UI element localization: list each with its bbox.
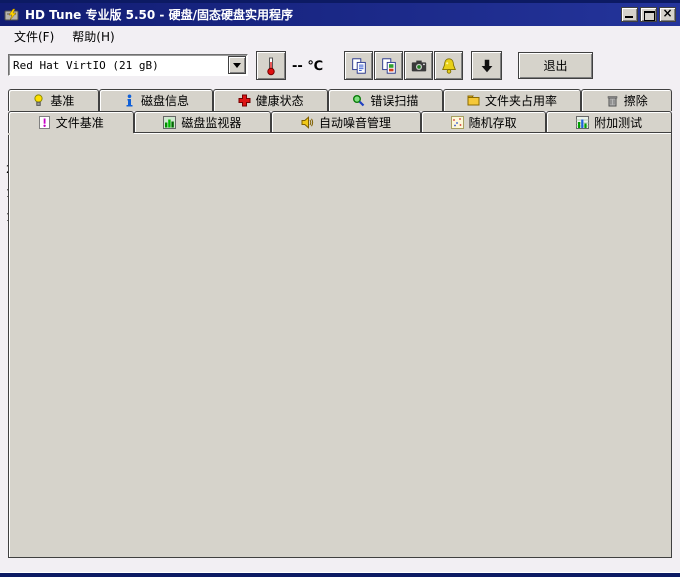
tab-error-scan[interactable]: 错误扫描 [328,89,443,111]
speaker-icon [301,116,314,129]
info-icon [123,94,136,107]
drive-selector[interactable]: Red Hat VirtIO (21 gB) [8,54,248,76]
screenshot-button[interactable] [404,51,433,80]
tab-health[interactable]: 健康状态 [213,89,328,111]
copy-image-icon [380,57,398,75]
minimize-button[interactable] [621,7,638,22]
exit-button[interactable]: 退出 [518,52,593,79]
thermometer-icon [263,56,279,76]
window-frame-bottom [0,572,680,577]
save-results-button[interactable] [471,51,502,80]
acoustic-bell-icon [440,57,458,75]
folder-icon [467,94,480,107]
copy-text-icon [350,57,368,75]
file-benchmark-icon [38,116,51,129]
tab-row-2: 文件基准 磁盘监视器 自动噪音管理 随机存取 附加测试 [8,111,672,133]
scan-icon [352,94,365,107]
extra-tests-icon [576,116,589,129]
health-icon [238,94,251,107]
chevron-down-icon[interactable] [228,56,246,74]
tab-acoustic-management[interactable]: 自动噪音管理 [271,111,421,133]
temperature-readout: -- ℃ [292,59,323,74]
title-bar[interactable]: HD Tune 专业版 5.50 - 硬盘/固态硬盘实用程序 [0,3,680,26]
trash-icon [606,94,619,107]
down-arrow-icon [478,57,496,75]
app-icon [4,7,20,23]
app-window: HD Tune 专业版 5.50 - 硬盘/固态硬盘实用程序 文件(F) 帮助(… [0,0,680,577]
copy-image-button[interactable] [374,51,403,80]
window-title: HD Tune 专业版 5.50 - 硬盘/固态硬盘实用程序 [25,6,293,23]
tab-disk-info[interactable]: 磁盘信息 [99,89,214,111]
disk-monitor-icon [163,116,176,129]
close-button[interactable] [659,7,676,22]
drive-selector-value: Red Hat VirtIO (21 gB) [9,59,228,72]
camera-icon [410,57,428,75]
tab-disk-monitor[interactable]: 磁盘监视器 [134,111,272,133]
temperature-button[interactable] [256,51,286,80]
tab-extra-tests[interactable]: 附加测试 [546,111,672,133]
tab-random-access[interactable]: 随机存取 [421,111,547,133]
tab-folder-usage[interactable]: 文件夹占用率 [443,89,582,111]
random-access-icon [451,116,464,129]
copy-text-button[interactable] [344,51,373,80]
maximize-button[interactable] [640,7,657,22]
tab-row-1: 基准 磁盘信息 健康状态 错误扫描 文件夹占用率 擦除 [8,89,672,111]
acoustic-button[interactable] [434,51,463,80]
menu-bar: 文件(F) 帮助(H) [0,26,680,47]
tab-file-benchmark[interactable]: 文件基准 [8,111,134,133]
menu-help[interactable]: 帮助(H) [64,26,122,47]
tab-erase[interactable]: 擦除 [581,89,672,111]
file-benchmark-panel [8,132,672,558]
menu-file[interactable]: 文件(F) [6,26,62,47]
tab-benchmark[interactable]: 基准 [8,89,99,111]
bulb-icon [32,94,45,107]
